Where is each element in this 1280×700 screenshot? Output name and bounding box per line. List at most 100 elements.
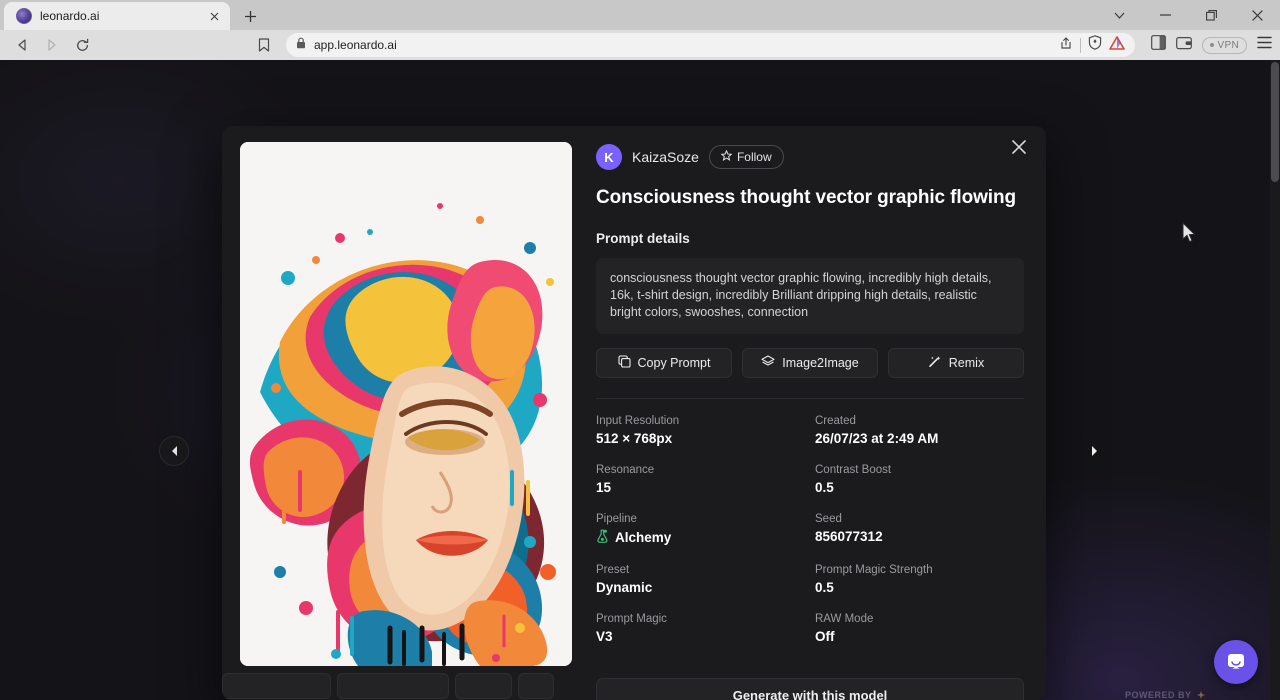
- minimize-button[interactable]: [1142, 0, 1188, 30]
- toolbar-segment-2[interactable]: [337, 673, 448, 699]
- meta-value: 26/07/23 at 2:49 AM: [815, 431, 1024, 446]
- close-icon[interactable]: [206, 8, 222, 24]
- window-controls: [1096, 0, 1280, 30]
- divider: [1080, 38, 1081, 53]
- author-name[interactable]: KaizaSoze: [632, 149, 699, 165]
- background-page-text: POWERED BY: [1125, 690, 1205, 700]
- vpn-status-dot: [1210, 43, 1214, 47]
- leonardo-extension-icon[interactable]: [1109, 36, 1125, 55]
- alchemy-flask-icon: [596, 529, 609, 546]
- meta-item-created: Created 26/07/23 at 2:49 AM: [815, 415, 1024, 446]
- browser-tab[interactable]: leonardo.ai: [4, 2, 230, 30]
- brave-shield-icon[interactable]: [1088, 35, 1102, 55]
- back-arrow-icon[interactable]: [8, 32, 36, 58]
- magic-wand-icon: [928, 355, 942, 371]
- close-window-button[interactable]: [1234, 0, 1280, 30]
- meta-key: Prompt Magic Strength: [815, 564, 1024, 576]
- scrollbar-thumb[interactable]: [1271, 62, 1279, 182]
- maximize-button[interactable]: [1188, 0, 1234, 30]
- meta-key: Preset: [596, 564, 805, 576]
- reload-icon[interactable]: [68, 32, 96, 58]
- sidebar-icon[interactable]: [1151, 35, 1166, 55]
- meta-value: 856077312: [815, 529, 1024, 544]
- copy-prompt-button[interactable]: Copy Prompt: [596, 348, 732, 378]
- forward-arrow-icon[interactable]: [38, 32, 66, 58]
- hamburger-menu-icon[interactable]: [1257, 36, 1272, 54]
- page-title: Consciousness thought vector graphic flo…: [596, 187, 1024, 210]
- meta-item-resonance: Resonance 15: [596, 464, 805, 495]
- meta-item-preset: Preset Dynamic: [596, 564, 805, 595]
- remix-label: Remix: [949, 356, 984, 370]
- tab-title: leonardo.ai: [40, 9, 198, 23]
- new-tab-button[interactable]: [236, 2, 264, 30]
- lock-icon: [296, 36, 306, 54]
- metadata-grid: Input Resolution 512 × 768px Created 26/…: [596, 415, 1024, 644]
- details-pane: K KaizaSoze Follow Consciousness thought…: [574, 126, 1046, 700]
- url-text: app.leonardo.ai: [314, 38, 397, 52]
- spark-icon: [1197, 691, 1205, 699]
- prev-arrow-icon[interactable]: [159, 436, 189, 466]
- avatar[interactable]: K: [596, 144, 622, 170]
- meta-key: Resonance: [596, 464, 805, 476]
- vpn-label: VPN: [1218, 40, 1239, 51]
- meta-value: V3: [596, 629, 805, 644]
- tab-search-button[interactable]: [1096, 0, 1142, 30]
- share-icon[interactable]: [1059, 36, 1073, 55]
- action-buttons: Copy Prompt Image2Image Remix: [596, 348, 1024, 378]
- page-viewport: POWERED BY: [0, 60, 1280, 700]
- prompt-details-label: Prompt details: [596, 231, 1024, 246]
- meta-value: 512 × 768px: [596, 431, 805, 446]
- browser-window: leonardo.ai: [0, 0, 1280, 700]
- meta-key: Seed: [815, 513, 1024, 525]
- meta-item-contrast-boost: Contrast Boost 0.5: [815, 464, 1024, 495]
- toolbar-segment-4[interactable]: [518, 673, 554, 699]
- vpn-toggle[interactable]: VPN: [1202, 37, 1247, 54]
- meta-key: Input Resolution: [596, 415, 805, 427]
- image2image-button[interactable]: Image2Image: [742, 348, 878, 378]
- artwork-pane: [222, 126, 574, 700]
- toolbar-segment-3[interactable]: [455, 673, 513, 699]
- chat-bubble-icon[interactable]: [1214, 640, 1258, 684]
- artwork-toolbar: [222, 671, 554, 700]
- meta-item-prompt-magic: Prompt Magic V3: [596, 613, 805, 644]
- meta-value: 0.5: [815, 580, 1024, 595]
- meta-item-seed: Seed 856077312: [815, 513, 1024, 546]
- leonardo-favicon: [16, 8, 32, 24]
- meta-item-prompt-magic-strength: Prompt Magic Strength 0.5: [815, 564, 1024, 595]
- prompt-text[interactable]: consciousness thought vector graphic flo…: [596, 258, 1024, 334]
- star-icon: [721, 150, 732, 164]
- toolbar-segment-1[interactable]: [222, 673, 331, 699]
- meta-value: Off: [815, 629, 1024, 644]
- address-bar[interactable]: app.leonardo.ai: [286, 33, 1135, 57]
- copy-prompt-label: Copy Prompt: [638, 356, 711, 370]
- image2image-label: Image2Image: [782, 356, 858, 370]
- divider: [596, 398, 1024, 399]
- generate-with-model-button[interactable]: Generate with this model: [596, 678, 1024, 700]
- follow-label: Follow: [737, 150, 772, 164]
- remix-button[interactable]: Remix: [888, 348, 1024, 378]
- page-scrollbar[interactable]: [1270, 60, 1280, 700]
- copy-icon: [618, 355, 631, 371]
- meta-key: Contrast Boost: [815, 464, 1024, 476]
- meta-key: Created: [815, 415, 1024, 427]
- layers-icon: [761, 355, 775, 371]
- browser-actions: VPN: [1143, 35, 1272, 55]
- meta-item-pipeline: Pipeline Alchemy: [596, 513, 805, 546]
- image-detail-modal: K KaizaSoze Follow Consciousness thought…: [222, 126, 1046, 700]
- wallet-icon[interactable]: [1176, 36, 1192, 55]
- meta-item-raw-mode: RAW Mode Off: [815, 613, 1024, 644]
- tab-strip: leonardo.ai: [0, 0, 1280, 30]
- author-row: K KaizaSoze Follow: [596, 144, 1024, 170]
- meta-key: RAW Mode: [815, 613, 1024, 625]
- follow-button[interactable]: Follow: [709, 145, 784, 169]
- artwork-image[interactable]: [240, 142, 572, 666]
- meta-value: 15: [596, 480, 805, 495]
- meta-key: Prompt Magic: [596, 613, 805, 625]
- meta-value: Dynamic: [596, 580, 805, 595]
- close-icon[interactable]: [1006, 134, 1032, 160]
- meta-value-wrap: Alchemy: [596, 529, 805, 546]
- meta-value: Alchemy: [615, 530, 671, 545]
- bookmark-icon[interactable]: [250, 32, 278, 58]
- meta-key: Pipeline: [596, 513, 805, 525]
- next-arrow-icon[interactable]: [1079, 436, 1109, 466]
